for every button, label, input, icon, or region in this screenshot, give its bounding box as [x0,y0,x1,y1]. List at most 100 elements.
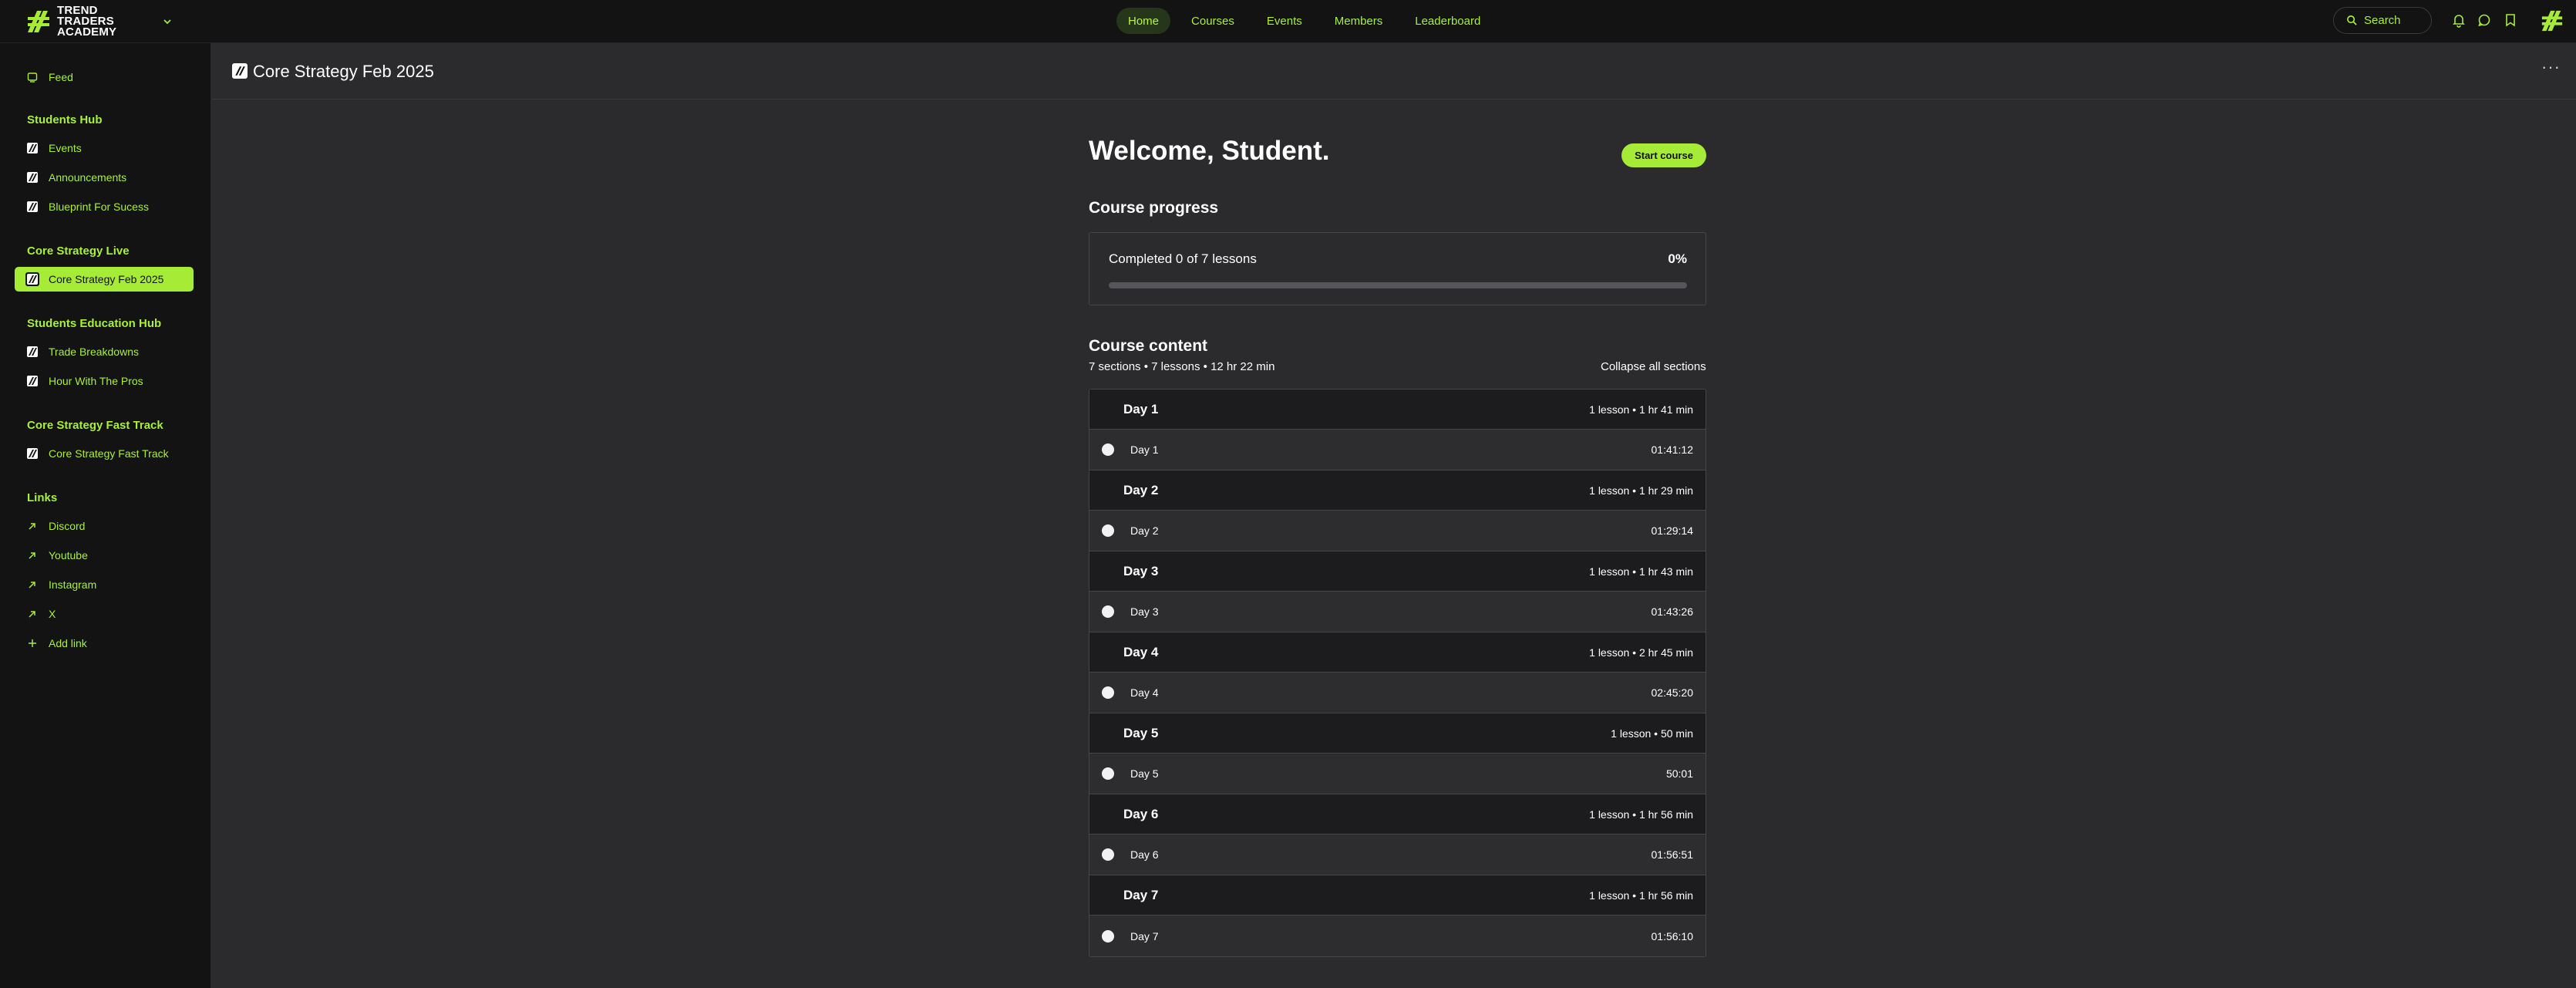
section-header[interactable]: Day 2 1 lesson • 1 hr 29 min [1089,470,1706,511]
lesson-row[interactable]: Day 6 01:56:51 [1089,835,1706,875]
lesson-incomplete-radio-icon[interactable] [1102,686,1114,699]
profile-avatar[interactable] [2541,9,2564,32]
add-link-label: Add link [49,637,87,649]
lesson-incomplete-radio-icon[interactable] [1102,929,1114,942]
lesson-duration: 01:43:26 [1651,605,1694,618]
lesson-left: Day 6 [1102,848,1159,861]
collapse-all-sections-button[interactable]: Collapse all sections [1601,360,1706,373]
sidebar-item-core-strategy-feb-2025[interactable]: Core Strategy Feb 2025 [15,267,194,292]
sidebar-item-hour-with-the-pros[interactable]: Hour With The Pros [15,369,194,393]
bookmarks-button[interactable] [2502,12,2519,29]
sidebar-link-instagram[interactable]: Instagram [15,572,194,597]
nav-courses[interactable]: Courses [1180,8,1246,34]
sidebar-item-label: Feed [49,71,73,83]
lesson-title: Day 4 [1130,686,1159,699]
lesson-row[interactable]: Day 5 50:01 [1089,754,1706,794]
external-link-arrow-icon [27,550,38,561]
messages-button[interactable] [2476,12,2493,29]
page-title: Core Strategy Feb 2025 [253,62,434,81]
course-progress-heading: Course progress [1089,199,1219,217]
section-meta: 1 lesson • 1 hr 43 min [1589,565,1693,578]
sidebar-item-label: Trade Breakdowns [49,346,139,358]
sidebar-item-events[interactable]: Events [15,136,194,160]
lesson-row[interactable]: Day 1 01:41:12 [1089,430,1706,470]
sidebar-item-label: Announcements [49,171,127,184]
external-link-arrow-icon [27,609,38,619]
space-logo-icon [27,201,38,212]
lesson-duration: 01:56:51 [1651,848,1694,861]
add-link-button[interactable]: Add link [15,631,194,656]
lesson-row[interactable]: Day 2 01:29:14 [1089,511,1706,551]
space-logo-icon [27,143,38,153]
chat-bubble-icon [2478,14,2490,27]
section-meta: 1 lesson • 50 min [1611,727,1693,740]
lesson-duration: 50:01 [1665,767,1693,780]
lesson-incomplete-radio-icon[interactable] [1102,605,1114,618]
notifications-button[interactable] [2450,12,2467,29]
section-meta: 1 lesson • 2 hr 45 min [1589,646,1693,659]
sidebar-item-label: Hour With The Pros [49,375,143,387]
chevron-down-icon [163,19,171,25]
lesson-incomplete-radio-icon[interactable] [1102,767,1114,780]
lesson-row[interactable]: Day 4 02:45:20 [1089,673,1706,713]
space-logo-icon [27,448,38,459]
search-label: Search [2364,14,2401,27]
section-header[interactable]: Day 4 1 lesson • 2 hr 45 min [1089,632,1706,673]
section-header[interactable]: Day 7 1 lesson • 1 hr 56 min [1089,875,1706,916]
search-button[interactable]: Search [2333,7,2432,34]
progress-bar [1109,282,1687,288]
plus-icon [27,638,38,649]
section-header[interactable]: Day 1 1 lesson • 1 hr 41 min [1089,389,1706,430]
nav-home[interactable]: Home [1116,8,1171,34]
lesson-incomplete-radio-icon[interactable] [1102,443,1114,456]
sidebar-item-trade-breakdowns[interactable]: Trade Breakdowns [15,339,194,364]
welcome-heading: Welcome, Student. [1089,136,1330,166]
lesson-incomplete-radio-icon[interactable] [1102,848,1114,861]
lesson-left: Day 5 [1102,767,1159,780]
sidebar-heading-students-hub: Students Hub [27,113,103,126]
main-nav: Home Courses Events Members Leaderboard [1116,7,1501,35]
sidebar-item-label: Discord [49,520,86,532]
lesson-left: Day 4 [1102,686,1159,699]
sidebar-item-announcements[interactable]: Announcements [15,165,194,190]
external-link-arrow-icon [27,521,38,531]
section-title: Day 3 [1123,563,1159,578]
start-course-button[interactable]: Start course [1621,143,1706,167]
sidebar-link-youtube[interactable]: Youtube [15,543,194,568]
section-meta: 1 lesson • 1 hr 29 min [1589,484,1693,497]
lesson-title: Day 6 [1130,848,1159,861]
sidebar-link-discord[interactable]: Discord [15,514,194,538]
feed-icon [27,72,38,83]
brand-switcher[interactable]: TREND TRADERS ACADEMY [26,5,173,38]
sidebar-item-core-strategy-fast-track[interactable]: Core Strategy Fast Track [15,441,194,466]
course-content-heading: Course content [1089,337,1208,355]
lesson-incomplete-radio-icon[interactable] [1102,524,1114,537]
nav-events[interactable]: Events [1255,8,1314,34]
section-title: Day 1 [1123,401,1159,416]
lesson-row[interactable]: Day 3 01:43:26 [1089,592,1706,632]
sidebar-link-x[interactable]: X [15,602,194,626]
nav-leaderboard[interactable]: Leaderboard [1403,8,1492,34]
sidebar-item-label: Blueprint For Sucess [49,201,149,213]
lesson-title: Day 1 [1130,443,1159,456]
section-header[interactable]: Day 6 1 lesson • 1 hr 56 min [1089,794,1706,835]
lesson-title: Day 3 [1130,605,1159,618]
nav-members[interactable]: Members [1323,8,1395,34]
sidebar-item-label: Core Strategy Feb 2025 [49,273,164,285]
section-title: Day 4 [1123,644,1159,659]
space-logo-icon [27,172,38,183]
section-meta: 1 lesson • 1 hr 41 min [1589,403,1693,416]
progress-percent: 0% [1668,251,1687,266]
more-options-icon[interactable]: ··· [2541,59,2560,79]
sidebar-item-blueprint[interactable]: Blueprint For Sucess [15,194,194,219]
lesson-row[interactable]: Day 7 01:56:10 [1089,916,1706,956]
sidebar: Feed Students Hub Events Announcements B… [0,43,211,988]
sidebar-item-feed[interactable]: Feed [15,65,194,89]
section-header[interactable]: Day 3 1 lesson • 1 hr 43 min [1089,551,1706,592]
course-content-meta: 7 sections • 7 lessons • 12 hr 22 min [1089,360,1275,373]
progress-card: Completed 0 of 7 lessons 0% [1089,232,1706,305]
brand-logo-icon [28,11,49,32]
section-header[interactable]: Day 5 1 lesson • 50 min [1089,713,1706,754]
sidebar-item-label: Events [49,142,82,154]
bookmark-icon [2506,14,2515,27]
